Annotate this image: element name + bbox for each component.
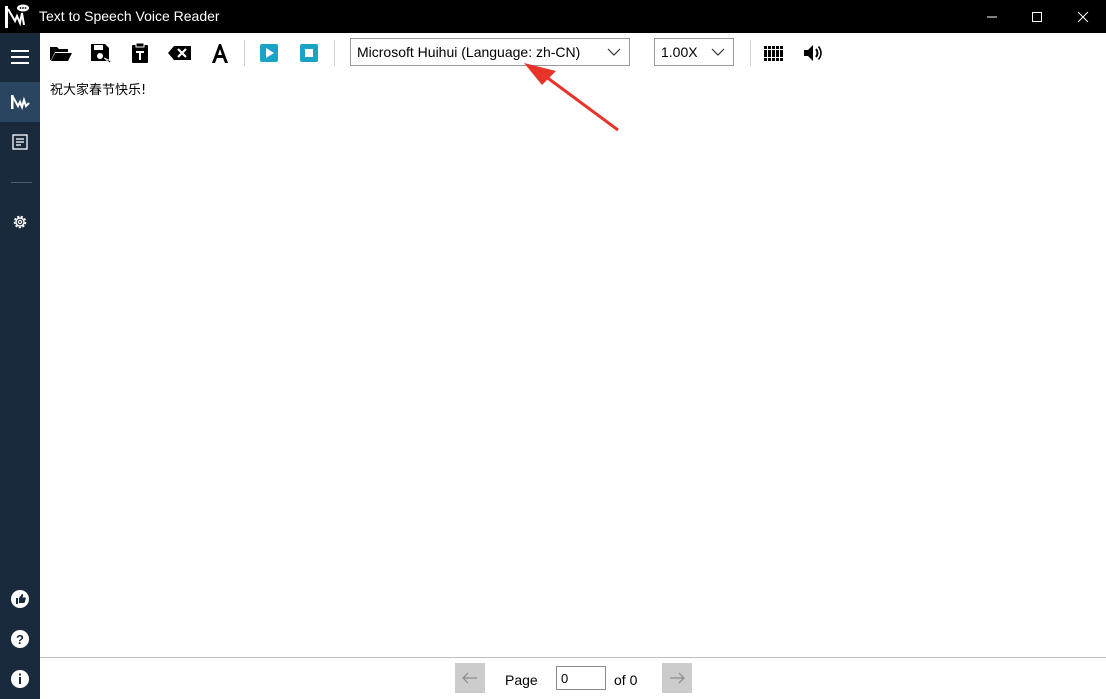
chevron-down-icon bbox=[711, 48, 725, 56]
save-button[interactable] bbox=[85, 37, 117, 69]
sidebar: ? bbox=[0, 33, 40, 699]
sidebar-item-text-list[interactable] bbox=[0, 122, 40, 162]
title-bar: Text to Speech Voice Reader bbox=[0, 0, 1106, 33]
volume-icon bbox=[804, 45, 822, 61]
voices-library-icon bbox=[764, 46, 783, 61]
info-icon bbox=[11, 670, 29, 688]
window-title: Text to Speech Voice Reader bbox=[39, 8, 220, 24]
arrow-left-icon bbox=[462, 672, 477, 684]
minimize-icon bbox=[987, 16, 997, 17]
toolbar: Microsoft Huihui (Language: zh-CN) 1.00X bbox=[40, 33, 1106, 71]
text-editor[interactable]: 祝大家春节快乐! bbox=[40, 71, 1106, 657]
maximize-icon bbox=[1032, 11, 1042, 22]
maximize-button[interactable] bbox=[1014, 0, 1060, 33]
minimize-button[interactable] bbox=[969, 0, 1015, 33]
stop-button[interactable] bbox=[293, 37, 325, 69]
voices-library-button[interactable] bbox=[759, 37, 791, 69]
document-text: 祝大家春节快乐! bbox=[50, 83, 147, 98]
clear-text-button[interactable] bbox=[164, 37, 196, 69]
toolbar-separator bbox=[244, 40, 245, 66]
voice-select-value: Microsoft Huihui (Language: zh-CN) bbox=[357, 44, 581, 60]
help-icon: ? bbox=[11, 630, 29, 648]
page-label: Page bbox=[505, 672, 538, 688]
next-page-button[interactable] bbox=[662, 663, 692, 693]
hamburger-menu-icon bbox=[11, 50, 29, 64]
thumbs-up-icon bbox=[11, 590, 29, 608]
svg-text:?: ? bbox=[16, 632, 24, 647]
text-to-speech-icon bbox=[11, 95, 30, 111]
page-number-input[interactable] bbox=[556, 666, 606, 690]
open-folder-icon bbox=[50, 47, 72, 61]
previous-page-button[interactable] bbox=[455, 663, 485, 693]
sidebar-item-info[interactable] bbox=[0, 659, 40, 699]
sidebar-item-help[interactable]: ? bbox=[0, 619, 40, 659]
clear-text-icon bbox=[168, 46, 191, 60]
arrow-right-icon bbox=[670, 672, 685, 684]
font-icon bbox=[212, 44, 228, 63]
open-file-button[interactable] bbox=[45, 37, 77, 69]
text-list-icon bbox=[12, 134, 28, 150]
settings-gear-icon bbox=[13, 215, 27, 229]
sidebar-item-text-to-speech[interactable] bbox=[0, 82, 40, 122]
volume-button[interactable] bbox=[797, 37, 829, 69]
speed-select[interactable]: 1.00X bbox=[654, 38, 734, 66]
page-count-label: of 0 bbox=[614, 672, 638, 688]
page-navigator: Page of 0 bbox=[40, 658, 1106, 699]
paste-text-icon bbox=[132, 42, 148, 63]
toolbar-separator bbox=[334, 40, 335, 66]
chevron-down-icon bbox=[607, 48, 621, 56]
stop-icon bbox=[300, 44, 318, 62]
save-as-icon bbox=[91, 44, 112, 64]
sidebar-item-rate[interactable] bbox=[0, 579, 40, 619]
paste-text-button[interactable] bbox=[124, 37, 156, 69]
sidebar-divider bbox=[11, 182, 32, 183]
play-icon bbox=[260, 44, 278, 62]
close-icon bbox=[1077, 11, 1089, 22]
voice-select[interactable]: Microsoft Huihui (Language: zh-CN) bbox=[350, 38, 630, 66]
sidebar-menu-button[interactable] bbox=[0, 37, 40, 77]
speed-select-value: 1.00X bbox=[661, 44, 698, 60]
sidebar-item-settings[interactable] bbox=[0, 202, 40, 242]
app-logo-icon bbox=[3, 3, 31, 30]
play-button[interactable] bbox=[253, 37, 285, 69]
font-button[interactable] bbox=[204, 37, 236, 69]
toolbar-separator bbox=[750, 40, 751, 66]
close-button[interactable] bbox=[1060, 0, 1106, 33]
